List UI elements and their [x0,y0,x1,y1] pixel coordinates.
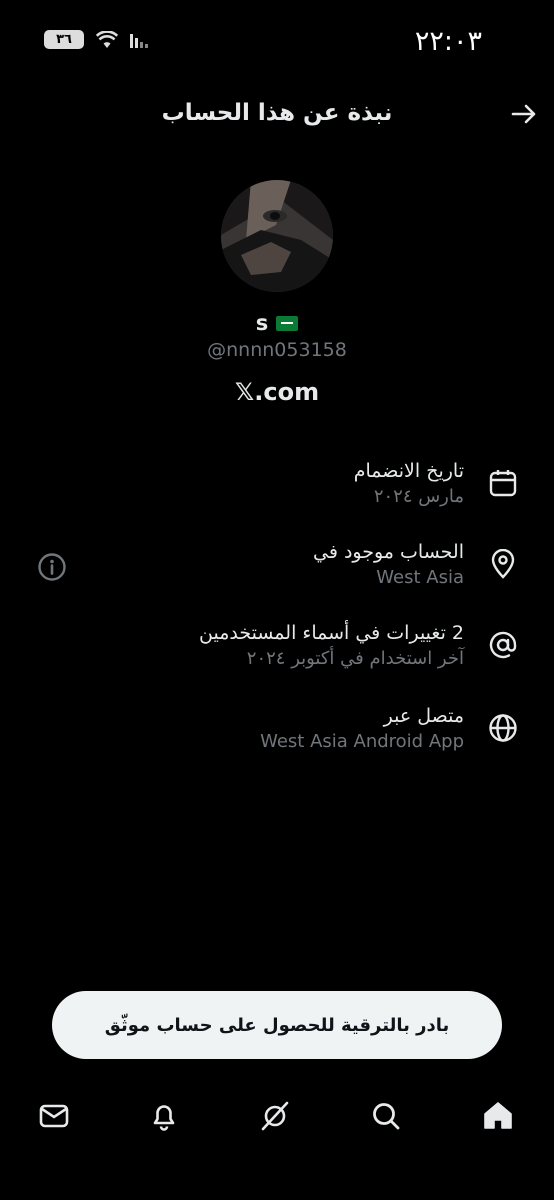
signal-icon [130,32,148,48]
site-link[interactable]: 𝕏.com [0,378,554,406]
info-row-location: الحساب موجود في West Asia [78,539,518,599]
arrow-right-icon [511,104,536,124]
status-icons: ٣٦ [44,30,148,49]
info-subtitle: مارس ٢٠٢٤ [373,486,464,507]
info-row-username-changes: 2 تغييرات في أسماء المستخدمين آخر استخدا… [78,620,518,680]
info-title: تاريخ الانضمام [353,460,464,482]
info-subtitle: آخر استخدام في أكتوبر ٢٠٢٤ [246,648,464,669]
status-bar: ٣٦ ٢٢:٠٣ [0,0,554,80]
page-title: نبذة عن هذا الحساب [161,100,393,126]
info-title: الحساب موجود في [313,541,464,563]
globe-icon [488,713,518,743]
info-subtitle: West Asia [376,567,464,588]
header: نبذة عن هذا الحساب [0,92,554,136]
status-time: ٢٢:٠٣ [414,26,482,57]
battery-icon: ٣٦ [44,30,84,49]
info-row-join-date: تاريخ الانضمام مارس ٢٠٢٤ [78,458,518,518]
wifi-icon [96,30,118,49]
info-subtitle: West Asia Android App [260,731,464,752]
display-name-row: s [0,311,554,335]
location-pin-icon [488,549,518,579]
search-icon[interactable] [368,1098,404,1134]
calendar-icon [488,468,518,498]
info-circle-icon[interactable] [37,552,67,582]
info-row-connected-via: متصل عبر West Asia Android App [78,703,518,763]
notifications-icon[interactable] [146,1098,182,1134]
messages-icon[interactable] [36,1098,72,1134]
at-sign-icon [488,630,518,660]
battery-level: ٣٦ [56,32,72,47]
saudi-flag-icon [276,315,299,331]
bottom-nav [0,1096,554,1140]
grok-icon[interactable] [257,1098,293,1134]
home-icon[interactable] [480,1098,516,1134]
handle: @nnnn053158 [207,339,347,361]
info-title: 2 تغييرات في أسماء المستخدمين [199,622,464,644]
display-name: s [255,311,269,335]
avatar[interactable] [221,180,333,292]
info-title: متصل عبر [383,705,464,727]
back-button[interactable] [508,98,540,130]
upgrade-button[interactable]: بادر بالترقية للحصول على حساب موثّق [52,991,502,1059]
